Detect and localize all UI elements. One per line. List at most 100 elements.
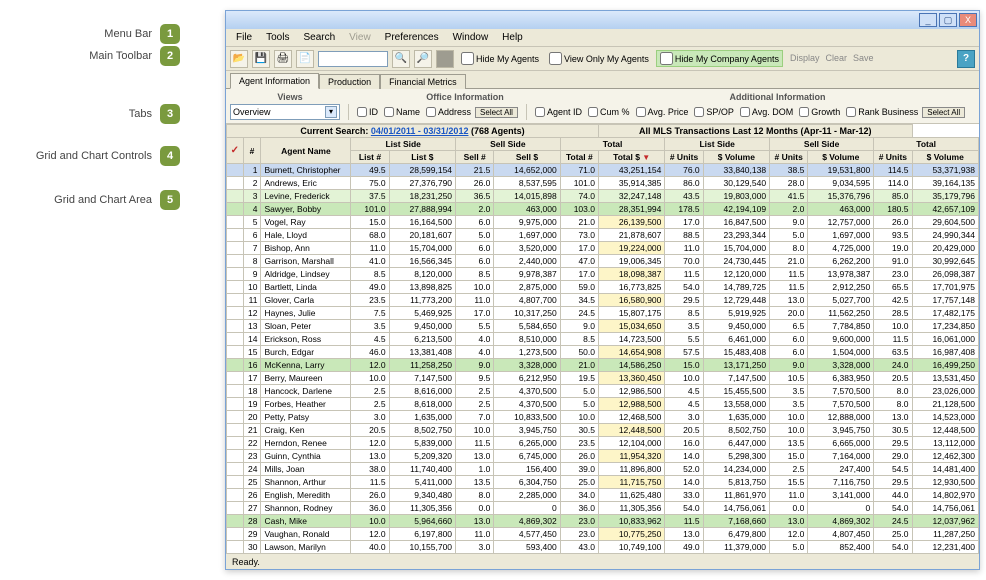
help-button[interactable]: ? xyxy=(957,50,975,68)
col-header[interactable]: Sell # xyxy=(456,151,494,164)
table-row[interactable]: 25Shannon, Arthur11.55,411,00013.56,304,… xyxy=(227,476,979,489)
hide-company-agents-check[interactable]: Hide My Company Agents xyxy=(656,50,783,67)
table-row[interactable]: 30Lawson, Marilyn40.010,155,7003.0593,40… xyxy=(227,541,979,554)
col-header[interactable]: # Units xyxy=(770,151,808,164)
open-icon[interactable]: 📂 xyxy=(230,50,248,68)
table-row[interactable]: 12Haynes, Julie7.55,469,92517.010,317,25… xyxy=(227,307,979,320)
addl-chk-cum-[interactable]: Cum % xyxy=(588,107,630,117)
col-header[interactable]: Total # xyxy=(560,151,598,164)
row-check[interactable] xyxy=(227,437,244,450)
row-check[interactable] xyxy=(227,294,244,307)
print-icon[interactable]: 🖨 xyxy=(274,50,292,68)
row-check[interactable] xyxy=(227,177,244,190)
addl-chk-avg-dom[interactable]: Avg. DOM xyxy=(740,107,793,117)
table-row[interactable]: 23Guinn, Cynthia13.05,209,32013.06,745,0… xyxy=(227,450,979,463)
table-row[interactable]: 17Berry, Maureen10.07,147,5009.56,212,95… xyxy=(227,372,979,385)
row-check[interactable] xyxy=(227,281,244,294)
table-row[interactable]: 16McKenna, Larry12.011,258,2509.03,328,0… xyxy=(227,359,979,372)
table-row[interactable]: 27Shannon, Rodney36.011,305,3560.0036.01… xyxy=(227,502,979,515)
table-row[interactable]: 24Mills, Joan38.011,740,4001.0156,40039.… xyxy=(227,463,979,476)
addl-chk-sp-op[interactable]: SP/OP xyxy=(694,107,734,117)
tab-financial-metrics[interactable]: Financial Metrics xyxy=(380,74,466,89)
table-row[interactable]: 2Andrews, Eric75.027,376,79026.08,537,59… xyxy=(227,177,979,190)
search-range-link[interactable]: 04/01/2011 - 03/31/2012 xyxy=(371,126,469,136)
col-num-header[interactable]: # xyxy=(243,138,261,164)
row-check[interactable] xyxy=(227,216,244,229)
menu-file[interactable]: File xyxy=(230,31,258,44)
tab-agent-information[interactable]: Agent Information xyxy=(230,73,319,89)
office-chk-id[interactable]: ID xyxy=(357,107,378,117)
close-button[interactable]: X xyxy=(959,13,977,27)
table-row[interactable]: 4Sawyer, Bobby101.027,888,9942.0463,0001… xyxy=(227,203,979,216)
row-check[interactable] xyxy=(227,398,244,411)
col-header[interactable]: Sell $ xyxy=(494,151,560,164)
row-check[interactable] xyxy=(227,268,244,281)
row-check[interactable] xyxy=(227,307,244,320)
table-row[interactable]: 20Petty, Patsy3.01,635,0007.010,833,5001… xyxy=(227,411,979,424)
office-chk-name[interactable]: Name xyxy=(384,107,420,117)
table-row[interactable]: 29Vaughan, Ronald12.06,197,80011.04,577,… xyxy=(227,528,979,541)
toolbar-link-save[interactable]: Save xyxy=(850,53,877,63)
table-row[interactable]: 22Herndon, Renee12.05,839,00011.56,265,0… xyxy=(227,437,979,450)
table-row[interactable]: 9Aldridge, Lindsey8.58,120,0008.59,978,3… xyxy=(227,268,979,281)
menu-help[interactable]: Help xyxy=(496,31,529,44)
table-row[interactable]: 26English, Meredith26.09,340,4808.02,285… xyxy=(227,489,979,502)
addl-chk-agent-id[interactable]: Agent ID xyxy=(535,107,582,117)
row-check[interactable] xyxy=(227,333,244,346)
row-check[interactable] xyxy=(227,515,244,528)
binoculars-icon[interactable]: 🔍 xyxy=(392,50,410,68)
toolbar-link-clear[interactable]: Clear xyxy=(822,53,850,63)
row-check[interactable] xyxy=(227,242,244,255)
table-row[interactable]: 8Garrison, Marshall41.016,566,3456.02,44… xyxy=(227,255,979,268)
table-row[interactable]: 7Bishop, Ann11.015,704,0006.03,520,00017… xyxy=(227,242,979,255)
row-check[interactable] xyxy=(227,528,244,541)
row-check[interactable] xyxy=(227,463,244,476)
addl-chk-avg-price[interactable]: Avg. Price xyxy=(636,107,689,117)
row-check[interactable] xyxy=(227,359,244,372)
binoculars-alt-icon[interactable]: 🔎 xyxy=(414,50,432,68)
search-input[interactable] xyxy=(318,51,388,67)
tab-production[interactable]: Production xyxy=(319,74,380,89)
col-header[interactable]: List # xyxy=(351,151,389,164)
minimize-button[interactable]: _ xyxy=(919,13,937,27)
menu-tools[interactable]: Tools xyxy=(260,31,295,44)
addl-select-all[interactable]: Select All xyxy=(922,107,965,118)
table-row[interactable]: 5Vogel, Ray15.016,164,5006.09,975,00021.… xyxy=(227,216,979,229)
col-header[interactable]: # Units xyxy=(874,151,912,164)
check-col-header[interactable]: ✓ xyxy=(227,138,244,164)
toolbar-link-display[interactable]: Display xyxy=(787,53,823,63)
table-row[interactable]: 21Craig, Ken20.58,502,75010.03,945,75030… xyxy=(227,424,979,437)
col-name-header[interactable]: Agent Name xyxy=(261,138,351,164)
row-check[interactable] xyxy=(227,450,244,463)
menu-search[interactable]: Search xyxy=(297,31,341,44)
row-check[interactable] xyxy=(227,320,244,333)
row-check[interactable] xyxy=(227,424,244,437)
row-check[interactable] xyxy=(227,190,244,203)
table-row[interactable]: 1Burnett, Christopher49.528,599,15421.51… xyxy=(227,164,979,177)
menu-preferences[interactable]: Preferences xyxy=(379,31,445,44)
row-check[interactable] xyxy=(227,203,244,216)
table-row[interactable]: 15Burch, Edgar46.013,381,4084.01,273,500… xyxy=(227,346,979,359)
col-header[interactable]: $ Volume xyxy=(703,151,769,164)
row-check[interactable] xyxy=(227,411,244,424)
row-check[interactable] xyxy=(227,502,244,515)
row-check[interactable] xyxy=(227,476,244,489)
table-row[interactable]: 11Glover, Carla23.511,773,20011.04,807,7… xyxy=(227,294,979,307)
row-check[interactable] xyxy=(227,372,244,385)
col-header[interactable]: Total $ ▼ xyxy=(598,151,664,164)
table-row[interactable]: 28Cash, Mike10.05,964,66013.04,869,30223… xyxy=(227,515,979,528)
save-icon[interactable]: 💾 xyxy=(252,50,270,68)
row-check[interactable] xyxy=(227,385,244,398)
row-check[interactable] xyxy=(227,164,244,177)
table-row[interactable]: 13Sloan, Peter3.59,450,0005.55,584,6509.… xyxy=(227,320,979,333)
table-row[interactable]: 19Forbes, Heather2.58,618,0002.54,370,50… xyxy=(227,398,979,411)
row-check[interactable] xyxy=(227,541,244,554)
view-only-my-agents-check[interactable]: View Only My Agents xyxy=(546,51,652,66)
table-row[interactable]: 3Levine, Frederick37.518,231,25036.514,0… xyxy=(227,190,979,203)
addl-chk-rank-business[interactable]: Rank Business xyxy=(846,107,918,117)
addl-chk-growth[interactable]: Growth xyxy=(799,107,840,117)
row-check[interactable] xyxy=(227,255,244,268)
table-row[interactable]: 6Hale, Lloyd68.020,181,6075.01,697,00073… xyxy=(227,229,979,242)
hide-my-agents-check[interactable]: Hide My Agents xyxy=(458,51,542,66)
export-icon[interactable]: 📄 xyxy=(296,50,314,68)
